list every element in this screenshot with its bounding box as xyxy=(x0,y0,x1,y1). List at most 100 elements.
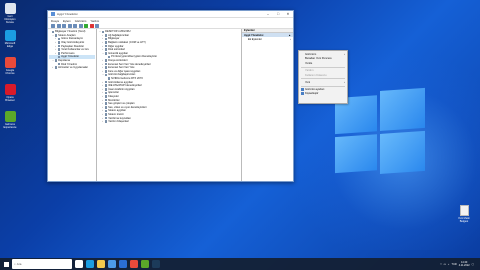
expand-icon[interactable]: › xyxy=(102,109,104,112)
actions-section-label: Aygıt Yöneticisi xyxy=(244,33,264,37)
device-tree-item[interactable]: › Yazılım bileşenleri xyxy=(99,120,239,124)
expand-icon[interactable]: ⌄ xyxy=(52,34,54,37)
uninstall-icon[interactable] xyxy=(89,23,94,28)
console-tree: Bilgisayar Yönetimi (Yerel) ⌄ Sistem Araçl… xyxy=(48,29,97,181)
taskbar-steam-icon[interactable] xyxy=(152,260,160,268)
taskbar: ⌕ Ara ˄ ▭ ◖ TUR 14:40 4.11.2022 ▢ xyxy=(0,258,480,270)
start-button[interactable] xyxy=(0,258,12,270)
desktop-icon[interactable]: Geri Dönüşüm Kutusu xyxy=(2,3,18,24)
expand-icon[interactable]: › xyxy=(102,106,104,109)
taskbar-task-view-icon[interactable] xyxy=(75,260,83,268)
expand-icon[interactable]: › xyxy=(102,59,104,62)
menu-item[interactable]: Görünüm xyxy=(75,19,87,23)
windows-start-icon xyxy=(3,261,9,267)
expand-icon[interactable]: ⌄ xyxy=(52,59,54,62)
expand-icon[interactable]: › xyxy=(102,102,104,105)
expand-icon[interactable]: › xyxy=(55,52,57,55)
clock[interactable]: 14:40 4.11.2022 xyxy=(459,261,470,267)
menu-separator xyxy=(301,85,345,87)
console-tree-item-label: Olay Görüntüleyicisi xyxy=(61,41,85,45)
menu-item[interactable]: Yardım xyxy=(90,19,99,23)
menu-item[interactable]: Dosya xyxy=(51,19,59,23)
expand-icon[interactable]: › xyxy=(102,91,104,94)
device-tree-item-label: Bağlantı noktaları (COM ve LPT) xyxy=(108,41,146,45)
desktop-icon-label: Google Chrome xyxy=(5,69,15,75)
chevron-right-icon: › xyxy=(344,52,345,56)
expand-icon[interactable]: › xyxy=(102,88,104,91)
help-icon[interactable] xyxy=(73,23,77,28)
more-actions[interactable]: Ek Eylemler › xyxy=(242,37,293,41)
expand-icon[interactable]: › xyxy=(102,37,104,40)
expand-icon[interactable]: › xyxy=(102,63,104,66)
taskbar-chrome-icon[interactable] xyxy=(130,260,138,268)
expand-icon[interactable]: › xyxy=(102,45,104,48)
network-icon[interactable]: ▭ xyxy=(444,263,446,266)
context-menu-item-label: Yenile xyxy=(305,61,313,65)
scan-hardware-icon[interactable] xyxy=(78,23,83,28)
expand-icon[interactable]: ⌄ xyxy=(99,30,101,33)
device-category-icon xyxy=(57,48,61,52)
expand-icon[interactable]: › xyxy=(52,66,54,69)
language-indicator[interactable]: TUR xyxy=(452,263,457,266)
context-menu-item-label: Görünüm xyxy=(305,52,317,56)
back-icon[interactable] xyxy=(51,23,55,28)
notifications-icon[interactable]: ▢ xyxy=(472,263,474,266)
context-menu-item-label: Kullanım Kılavuzu xyxy=(305,73,327,77)
expand-icon[interactable]: › xyxy=(102,95,104,98)
search-icon: ⌕ xyxy=(14,262,16,266)
context-menu-item[interactable]: Kişiselleştir xyxy=(299,92,347,97)
context-menu-item[interactable]: Yenile xyxy=(299,61,347,66)
device-category-icon xyxy=(104,66,108,70)
desktop-icon-label: GeForce Experience xyxy=(3,123,17,129)
expand-icon[interactable]: ⌄ xyxy=(102,52,104,55)
expand-icon[interactable]: › xyxy=(102,48,104,51)
console-tree-item[interactable]: › Hizmetler ve Uygulamalar xyxy=(49,66,95,70)
close-button[interactable]: ✕ xyxy=(283,11,293,18)
taskbar-mail-icon[interactable] xyxy=(119,260,127,268)
expand-icon[interactable]: › xyxy=(102,34,104,37)
expand-icon[interactable]: ⌄ xyxy=(102,73,104,76)
volume-icon[interactable]: ◖ xyxy=(448,263,450,266)
device-category-icon xyxy=(104,41,108,44)
expand-icon[interactable]: › xyxy=(102,41,104,44)
desktop-icon-new-text-document[interactable]: Yeni Metin Belgesi xyxy=(456,205,472,223)
expand-icon[interactable]: › xyxy=(102,99,104,102)
expand-icon[interactable]: › xyxy=(102,84,104,87)
forward-icon[interactable] xyxy=(56,23,61,28)
expand-icon[interactable]: › xyxy=(55,41,57,44)
device-tree-item-label: Sistem üretici xyxy=(108,112,124,116)
desktop-icon[interactable]: GeForce Experience xyxy=(2,111,18,129)
expand-icon[interactable]: › xyxy=(102,113,104,116)
expand-icon[interactable]: › xyxy=(102,117,104,120)
expand-icon[interactable]: › xyxy=(102,70,104,73)
desktop-icon[interactable]: Microsoft Edge xyxy=(2,30,18,48)
app-icon xyxy=(4,57,16,68)
desktop-icon[interactable]: Opera Browser xyxy=(2,84,18,102)
device-tree-item-label: Klavyeler xyxy=(108,94,119,98)
properties-icon[interactable] xyxy=(67,23,72,28)
context-menu-item-label: Kişiselleştir xyxy=(305,92,319,96)
taskbar-nvidia-icon[interactable] xyxy=(141,260,149,268)
title-bar[interactable]: Aygıt Yöneticisi – □ ✕ xyxy=(48,11,293,18)
expand-icon[interactable]: › xyxy=(102,81,104,84)
expand-icon[interactable]: › xyxy=(55,45,57,48)
search-box[interactable]: ⌕ Ara xyxy=(12,259,72,269)
update-driver-icon[interactable] xyxy=(84,23,88,28)
up-icon[interactable] xyxy=(62,23,66,28)
context-menu-item[interactable]: Yeni › xyxy=(299,80,347,85)
menu-item[interactable]: Eylem xyxy=(63,19,71,23)
chevron-up-icon[interactable]: ˄ xyxy=(440,263,441,266)
enable-device-icon[interactable] xyxy=(95,23,99,28)
taskbar-store-icon[interactable] xyxy=(108,260,116,268)
expand-icon[interactable]: › xyxy=(55,48,57,51)
expand-icon[interactable]: › xyxy=(102,66,104,69)
device-tree-item-label: Dosya sürücüleri xyxy=(108,59,128,63)
taskbar-file-explorer-icon[interactable] xyxy=(97,260,105,268)
taskbar-edge-icon[interactable] xyxy=(86,260,94,268)
minimize-button[interactable]: – xyxy=(263,11,273,18)
expand-icon[interactable]: › xyxy=(55,37,57,40)
expand-icon[interactable]: › xyxy=(102,120,104,123)
computer-management-icon xyxy=(51,12,55,16)
desktop-icon[interactable]: Google Chrome xyxy=(2,57,18,75)
maximize-button[interactable]: □ xyxy=(273,11,283,18)
